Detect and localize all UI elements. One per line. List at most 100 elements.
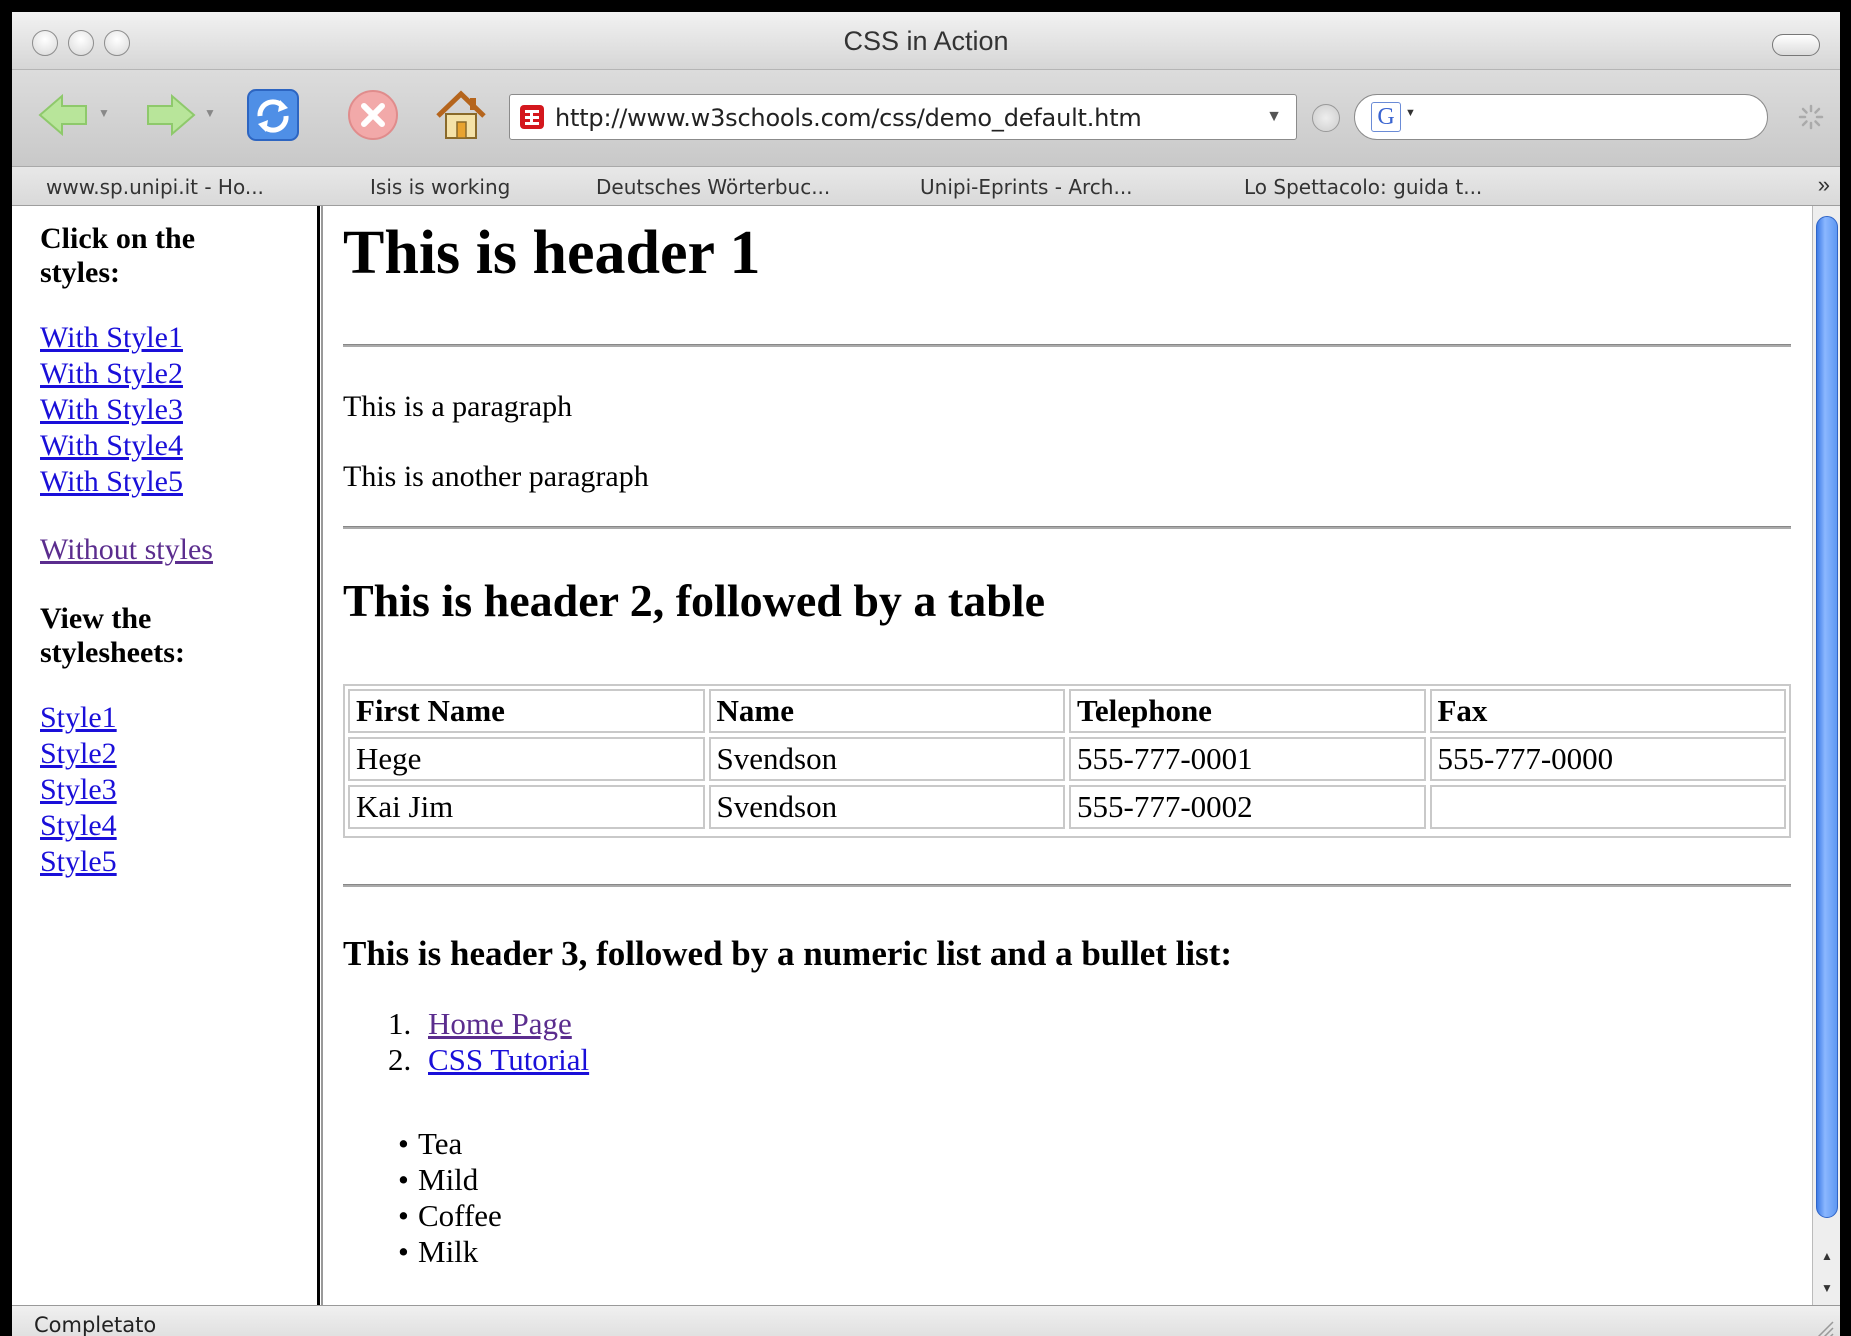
style-link-5[interactable]: With Style5: [40, 464, 317, 500]
stylesheet-link-4[interactable]: Style4: [40, 808, 317, 844]
reload-icon: [247, 89, 299, 141]
paragraph: This is another paragraph: [343, 460, 649, 493]
bookmark-item[interactable]: Deutsches Wörterbuc...: [596, 175, 830, 199]
forward-button[interactable]: [140, 86, 198, 144]
list-item-label: Milk: [418, 1234, 479, 1269]
vertical-scrollbar[interactable]: ▲ ▼: [1812, 206, 1840, 1305]
back-button[interactable]: [36, 86, 94, 144]
table-header-cell: Name: [708, 689, 1065, 733]
list-item-label: Tea: [418, 1126, 463, 1161]
frame-divider[interactable]: [317, 206, 323, 1305]
url-history-dropdown-icon[interactable]: ▼: [1266, 108, 1282, 126]
url-bar[interactable]: http://www.w3schools.com/css/demo_defaul…: [509, 94, 1297, 140]
style-link-4[interactable]: With Style4: [40, 428, 317, 464]
bookmark-item[interactable]: Unipi-Eprints - Arch...: [920, 175, 1133, 199]
table-cell: 555-777-0001: [1069, 737, 1426, 781]
list-item: • Tea: [398, 1126, 502, 1162]
scroll-down-arrow-icon[interactable]: ▼: [1813, 1272, 1840, 1304]
style-link-3[interactable]: With Style3: [40, 392, 317, 428]
bullet-icon: •: [398, 1126, 409, 1161]
style-link-1[interactable]: With Style1: [40, 320, 317, 356]
table-cell: Kai Jim: [348, 785, 705, 829]
stylesheet-link-3[interactable]: Style3: [40, 772, 317, 808]
status-text: Completato: [34, 1313, 157, 1336]
sidebar: Click on the styles: With Style1 With St…: [12, 206, 317, 1305]
bullet-icon: •: [398, 1162, 409, 1197]
css-tutorial-link[interactable]: CSS Tutorial: [428, 1042, 589, 1077]
without-styles-link[interactable]: Without styles: [40, 532, 317, 568]
stop-icon: [348, 90, 398, 140]
bookmarks-overflow-button[interactable]: »: [1818, 172, 1830, 198]
home-page-link[interactable]: Home Page: [428, 1006, 572, 1041]
reload-button[interactable]: [244, 86, 302, 144]
list-item: • Milk: [398, 1234, 502, 1270]
list-number: 1.: [388, 1006, 412, 1041]
search-engine-dropdown-icon[interactable]: ▼: [1405, 107, 1416, 119]
navigation-toolbar: ▼ ▼ http://www.w3schools.com/css/demo_de…: [12, 70, 1840, 166]
toolbar-toggle-button[interactable]: [1772, 34, 1820, 56]
window-title: CSS in Action: [843, 26, 1009, 56]
contact-table: First Name Name Telephone Fax Hege Svend…: [343, 684, 1791, 838]
table-row: Hege Svendson 555-777-0001 555-777-0000: [348, 737, 1786, 785]
table-cell: Svendson: [708, 785, 1065, 829]
style-link-2[interactable]: With Style2: [40, 356, 317, 392]
scrollbar-thumb[interactable]: [1816, 216, 1838, 1218]
table-header-row: First Name Name Telephone Fax: [348, 689, 1786, 737]
numeric-list: 1. Home Page 2. CSS Tutorial: [388, 1006, 589, 1078]
header-2: This is header 2, followed by a table: [343, 575, 1045, 626]
horizontal-rule: [343, 526, 1791, 529]
table-header-cell: Telephone: [1069, 689, 1426, 733]
bookmark-item[interactable]: Isis is working: [370, 175, 510, 199]
list-item: • Coffee: [398, 1198, 502, 1234]
bookmark-item[interactable]: Lo Spettacolo: guida t...: [1244, 175, 1482, 199]
main-frame: This is header 1 This is a paragraph Thi…: [343, 206, 1798, 1305]
horizontal-rule: [343, 884, 1791, 887]
table-header-cell: Fax: [1429, 689, 1786, 733]
stylesheet-link-1[interactable]: Style1: [40, 700, 317, 736]
forward-history-arrow-icon[interactable]: ▼: [204, 106, 216, 120]
bullet-list: • Tea • Mild • Coffee • Milk: [398, 1126, 502, 1270]
title-bar: CSS in Action: [12, 12, 1840, 70]
resize-grip-icon[interactable]: [1814, 1318, 1834, 1336]
browser-window: CSS in Action ▼ ▼ http://www.w3schools.c…: [12, 12, 1840, 1336]
bookmarks-bar: www.sp.unipi.it - Ho... Isis is working …: [12, 166, 1840, 206]
list-number: 2.: [388, 1042, 412, 1077]
list-item-label: Coffee: [418, 1198, 502, 1233]
url-text[interactable]: http://www.w3schools.com/css/demo_defaul…: [555, 104, 1142, 132]
stylesheet-link-2[interactable]: Style2: [40, 736, 317, 772]
table-cell: Svendson: [708, 737, 1065, 781]
table-cell: [1429, 785, 1786, 829]
table-cell: Hege: [348, 737, 705, 781]
forward-arrow-icon: [147, 93, 196, 137]
styles-heading: Click on the styles:: [40, 222, 196, 289]
favicon-icon: [520, 105, 544, 129]
spinner-icon: [1798, 104, 1824, 130]
horizontal-rule: [343, 344, 1791, 347]
back-arrow-icon: [38, 93, 87, 137]
go-icon[interactable]: [1312, 104, 1340, 132]
list-item-label: Mild: [418, 1162, 479, 1197]
home-button[interactable]: [432, 86, 490, 144]
stop-button[interactable]: [344, 86, 402, 144]
bullet-icon: •: [398, 1198, 409, 1233]
list-item: • Mild: [398, 1162, 502, 1198]
google-search-icon[interactable]: G: [1371, 102, 1401, 132]
home-icon: [436, 90, 486, 139]
paragraph: This is a paragraph: [343, 390, 573, 423]
status-bar: Completato: [12, 1305, 1840, 1336]
list-item: 1. Home Page: [388, 1006, 589, 1042]
table-row: Kai Jim Svendson 555-777-0002: [348, 785, 1786, 833]
table-header-cell: First Name: [348, 689, 705, 733]
search-bar[interactable]: G ▼: [1354, 94, 1768, 140]
scroll-up-arrow-icon[interactable]: ▲: [1813, 1240, 1840, 1272]
back-history-arrow-icon[interactable]: ▼: [98, 106, 110, 120]
table-cell: 555-777-0002: [1069, 785, 1426, 829]
stylesheet-link-5[interactable]: Style5: [40, 844, 317, 880]
bullet-icon: •: [398, 1234, 409, 1269]
page-content: Click on the styles: With Style1 With St…: [12, 206, 1812, 1305]
header-3: This is header 3, followed by a numeric …: [343, 934, 1233, 973]
bookmark-item[interactable]: www.sp.unipi.it - Ho...: [46, 175, 264, 199]
list-item: 2. CSS Tutorial: [388, 1042, 589, 1078]
header-1: This is header 1: [343, 219, 761, 287]
stylesheets-heading: View the stylesheets:: [40, 602, 185, 669]
